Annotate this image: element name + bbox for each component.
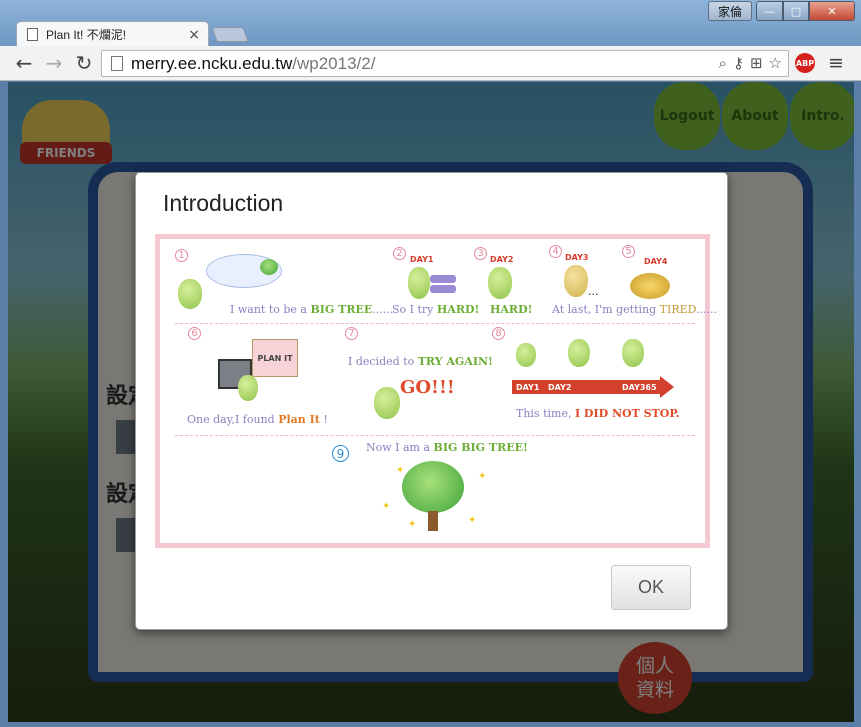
sparkle-icon: ✦ — [408, 519, 417, 530]
big-tree-icon — [402, 461, 464, 513]
step-number: 3 — [474, 247, 487, 260]
bean-character — [178, 279, 202, 309]
address-bar[interactable]: merry.ee.ncku.edu.tw/wp2013/2/ ⌕ ⚷ ⊞ ☆ — [101, 50, 789, 77]
step-number: 2 — [393, 247, 406, 260]
translate-icon[interactable]: ⊞ — [750, 54, 763, 72]
bean-character — [516, 343, 536, 367]
page-icon — [27, 28, 38, 41]
arrow-head — [660, 376, 674, 398]
menu-icon[interactable]: ≡ — [828, 52, 844, 74]
bean-character — [488, 267, 512, 299]
step-number: 4 — [549, 245, 562, 258]
bean-character — [622, 339, 644, 367]
page-icon — [111, 56, 123, 71]
introduction-dialog: Introduction 1 I want to be a BIG TREE..… — [135, 172, 728, 630]
bean-character — [408, 267, 430, 299]
bean-character — [564, 265, 588, 297]
step-number: 1 — [175, 249, 188, 262]
back-button[interactable]: ← — [12, 51, 36, 75]
caption-step-1: I want to be a BIG TREE...... — [230, 303, 394, 316]
dumbbell-icon — [430, 285, 456, 293]
go-text: GO!!! — [400, 377, 455, 398]
small-tree-icon — [260, 259, 278, 275]
caption-step-6: One day,I found Plan It ! — [187, 413, 328, 426]
dumbbell-icon — [430, 275, 456, 283]
intro-story-image: 1 I want to be a BIG TREE...... 2 DAY1 S… — [155, 234, 717, 548]
bean-character — [238, 375, 258, 401]
url-text[interactable]: merry.ee.ncku.edu.tw/wp2013/2/ — [131, 54, 375, 74]
forward-button[interactable]: → — [42, 51, 66, 75]
browser-toolbar: ← → ↻ merry.ee.ncku.edu.tw/wp2013/2/ ⌕ ⚷… — [0, 46, 861, 81]
step-number: 9 — [332, 445, 349, 462]
minimize-button[interactable]: — — [756, 1, 783, 21]
day-label: DAY2 — [548, 383, 572, 392]
maximize-button[interactable]: □ — [783, 1, 809, 21]
day-label: DAY365 — [622, 383, 657, 392]
caption-step-9: Now I am a BIG BIG TREE! — [366, 441, 528, 454]
adblock-icon[interactable]: ABP — [795, 53, 815, 73]
step-number: 5 — [622, 245, 635, 258]
key-icon[interactable]: ⚷ — [733, 54, 744, 72]
plan-it-sign: PLAN IT — [252, 339, 298, 377]
ellipsis: ... — [588, 285, 599, 298]
day-label: DAY1 — [516, 383, 540, 392]
step-number: 8 — [492, 327, 505, 340]
bean-character — [374, 387, 400, 419]
coins-icon — [630, 273, 670, 299]
tree-trunk — [428, 511, 438, 531]
day-label: DAY4 — [644, 257, 668, 266]
sparkle-icon: ✦ — [396, 465, 405, 476]
day-label: DAY2 — [490, 255, 514, 264]
bean-character — [568, 339, 590, 367]
caption-step-7: I decided to TRY AGAIN! — [348, 355, 493, 368]
caption-step-5: At last, I'm getting TIRED...... — [552, 303, 718, 316]
ok-button[interactable]: OK — [611, 565, 691, 610]
omnibox-icons: ⌕ ⚷ ⊞ ☆ — [719, 54, 782, 72]
star-icon[interactable]: ☆ — [769, 54, 782, 72]
reload-button[interactable]: ↻ — [72, 51, 96, 75]
window-controls: — □ ✕ — [756, 1, 855, 21]
window-titlebar: Plan It! 不爛泥! × 家倫 — □ ✕ — [0, 0, 861, 47]
day-label: DAY1 — [410, 255, 434, 264]
sparkle-icon: ✦ — [382, 501, 391, 512]
caption-step-3: HARD! — [490, 303, 533, 316]
new-tab-button[interactable] — [211, 27, 249, 42]
zoom-icon[interactable]: ⌕ — [719, 54, 727, 72]
day-label: DAY3 — [565, 253, 589, 262]
caption-step-2: So I try HARD! — [392, 303, 480, 316]
tab-close-icon[interactable]: × — [188, 27, 200, 43]
caption-step-8: This time, I DID NOT STOP. — [516, 407, 680, 420]
step-number: 6 — [188, 327, 201, 340]
divider — [175, 435, 695, 436]
sparkle-icon: ✦ — [478, 471, 487, 482]
divider — [175, 323, 695, 324]
close-window-button[interactable]: ✕ — [809, 1, 855, 21]
step-number: 7 — [345, 327, 358, 340]
browser-tab[interactable]: Plan It! 不爛泥! × — [16, 21, 209, 47]
tab-title: Plan It! 不爛泥! — [46, 28, 127, 42]
dialog-title: Introduction — [163, 190, 284, 216]
sparkle-icon: ✦ — [468, 515, 477, 526]
user-profile-button[interactable]: 家倫 — [708, 1, 752, 21]
